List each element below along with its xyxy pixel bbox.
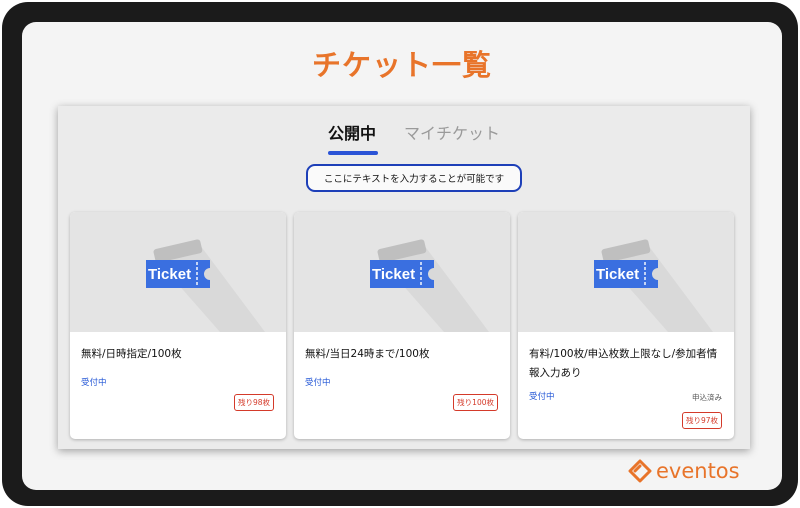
ticket-list-panel: 公開中 マイチケット ここにテキストを入力することが可能です Ticket 無料… <box>58 106 750 449</box>
ticket-card[interactable]: Ticket 有料/100枚/申込枚数上限なし/参加者情報入力あり 受付中 申込… <box>518 212 734 439</box>
status-label: 受付中 <box>529 392 555 402</box>
tab-my-tickets[interactable]: マイチケット <box>404 120 500 144</box>
ticket-image: Ticket <box>518 212 734 332</box>
tab-public[interactable]: 公開中 <box>328 120 376 144</box>
ticket-icon-label: Ticket <box>148 266 192 283</box>
notice-box: ここにテキストを入力することが可能です <box>306 164 522 192</box>
remaining-badge: 残り100枚 <box>453 394 498 411</box>
notice-text: ここにテキストを入力することが可能です <box>323 174 505 185</box>
brand-name: eventos <box>656 459 740 483</box>
active-tab-indicator <box>328 151 378 155</box>
status-label: 受付中 <box>305 378 331 388</box>
card-title: 有料/100枚/申込枚数上限なし/参加者情報入力あり <box>529 348 718 379</box>
brand-logo: eventos <box>628 456 740 486</box>
eventos-logo-icon <box>628 459 652 483</box>
ticket-icon-label: Ticket <box>372 266 416 283</box>
ticket-image: Ticket <box>70 212 286 332</box>
tablet-frame: チケット一覧 公開中 マイチケット ここにテキストを入力することが可能です Ti… <box>2 2 798 506</box>
tab-bar: 公開中 マイチケット <box>58 120 750 160</box>
ticket-card[interactable]: Ticket 無料/当日24時まで/100枚 受付中 残り100枚 <box>294 212 510 439</box>
page-title: チケット一覧 <box>311 48 492 82</box>
ticket-card[interactable]: Ticket 無料/日時指定/100枚 受付中 残り98枚 <box>70 212 286 439</box>
ticket-icon-label: Ticket <box>596 266 640 283</box>
remaining-badge: 残り98枚 <box>233 394 274 411</box>
status-label: 受付中 <box>81 378 107 388</box>
screen: チケット一覧 公開中 マイチケット ここにテキストを入力することが可能です Ti… <box>22 22 782 490</box>
card-title: 無料/日時指定/100枚 <box>81 348 182 360</box>
remaining-badge: 残り97枚 <box>681 412 722 429</box>
card-title: 無料/当日24時まで/100枚 <box>305 348 430 360</box>
applied-label: 申込済み <box>692 393 722 402</box>
ticket-image: Ticket <box>294 212 510 332</box>
